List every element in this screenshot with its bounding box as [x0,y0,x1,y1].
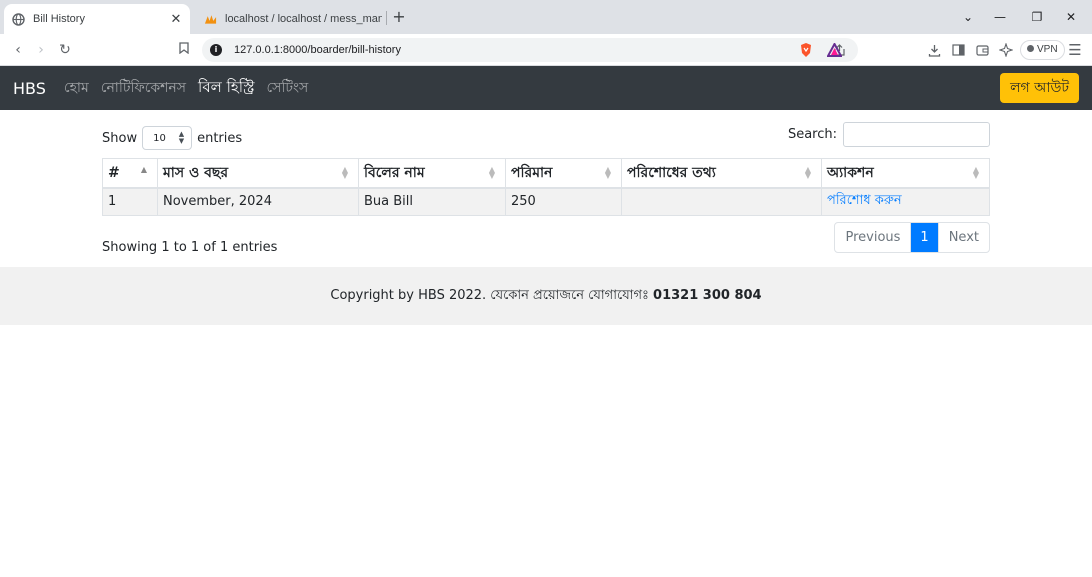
site-navbar: HBS হোম নোটিফিকেশনস বিল হিস্ট্রি সেটিংস … [0,66,1092,110]
column-label: পরিশোধের তথ্য [627,164,716,181]
new-tab-icon[interactable]: + [390,8,408,26]
tab-separator [386,11,387,25]
menu-icon[interactable]: ☰ [1066,41,1084,59]
bill-history-table: # ▲ মাস ও বছর ▲ ▼ বিলের নাম ▲ ▼ পরিমান ▲ ▼ পরিশ… [102,158,990,216]
leo-ai-icon[interactable] [997,41,1015,59]
sort-icon: ▲ ▼ [804,165,811,180]
forward-icon[interactable]: › [31,40,51,60]
phpmyadmin-icon [204,13,217,26]
column-label: বিলের নাম [364,164,425,181]
previous-page-button[interactable]: Previous [835,223,912,252]
browser-toolbar: ‹ › ↻ i 127.0.0.1:8000/boarder/bill-hist… [0,34,1092,66]
nav-settings[interactable]: সেটিংস [266,76,308,100]
copyright-text: Copyright by HBS 2022. যেকোন প্রয়োজনে য… [330,288,649,303]
column-header-amount[interactable]: পরিমান ▲ ▼ [505,158,622,189]
pagination: Previous 1 Next [834,222,990,253]
table-footer: Showing 1 to 1 of 1 entries Previous 1 N… [102,216,990,268]
page-1-button[interactable]: 1 [911,223,938,252]
brand-logo[interactable]: HBS [13,79,46,98]
column-label: মাস ও বছর [163,164,229,181]
minimize-icon[interactable]: — [983,6,1017,28]
page-size-select[interactable]: 10 ▲ ▼ [142,126,193,150]
cell-action: পরিশোধ করুন [821,187,990,216]
search-label: Search: [787,127,837,142]
column-header-bill-name[interactable]: বিলের নাম ▲ ▼ [358,158,506,189]
column-label: পরিমান [511,164,553,181]
page-size-control: Show 10 ▲ ▼ entries [102,126,242,150]
column-label: অ্যাকশন [827,164,874,181]
brave-shield-icon[interactable] [797,41,815,59]
vpn-label: VPN [1037,44,1058,55]
nav-notifications[interactable]: নোটিফিকেশনস [101,76,186,100]
sort-icon: ▲ ▼ [341,165,348,180]
sort-icon: ▲ ▼ [604,165,611,180]
cell-number: 1 [102,187,158,216]
entries-info: Showing 1 to 1 of 1 entries [102,240,278,255]
browser-tab-bar: Bill History ✕ localhost / localhost / m… [0,0,1092,34]
brave-rewards-icon[interactable] [825,41,843,59]
restore-icon[interactable]: ❐ [1020,6,1054,28]
url-text: 127.0.0.1:8000/boarder/bill-history [234,44,401,56]
browser-tab-phpmyadmin[interactable]: localhost / localhost / mess_manag [196,4,382,34]
bookmark-icon[interactable] [174,40,194,60]
vpn-button[interactable]: VPN [1020,40,1065,60]
table-header-row: # ▲ মাস ও বছর ▲ ▼ বিলের নাম ▲ ▼ পরিমান ▲ ▼ পরিশ… [102,158,990,189]
globe-icon [12,12,25,26]
sort-arrows-icon: ▲ ▼ [178,130,185,145]
sort-icon: ▲ ▼ [488,165,495,180]
tab-search-icon[interactable]: ⌄ [951,6,985,28]
sort-asc-icon: ▲ [140,165,147,174]
logout-button[interactable]: লগ আউট [1000,73,1079,103]
main-content: Show 10 ▲ ▼ entries Search: # ▲ মাস ও বছর ▲… [102,110,990,268]
column-header-action[interactable]: অ্যাকশন ▲ ▼ [821,158,990,189]
next-page-button[interactable]: Next [937,223,989,252]
search-input[interactable] [843,122,990,147]
entries-label: entries [197,130,243,146]
nav-bill-history[interactable]: বিল হিস্ট্রি [198,76,254,101]
pay-now-link[interactable]: পরিশোধ করুন [827,193,902,208]
close-tab-icon[interactable]: ✕ [168,11,184,27]
browser-tab-bill-history[interactable]: Bill History ✕ [4,4,190,34]
site-footer: Copyright by HBS 2022. যেকোন প্রয়োজনে য… [0,267,1092,325]
search-control: Search: [788,122,990,147]
cell-amount: 250 [505,187,622,216]
page-size-value: 10 [153,132,166,144]
download-icon[interactable] [925,41,943,59]
contact-phone: 01321 300 804 [653,288,762,303]
site-info-icon[interactable]: i [210,44,222,56]
table-row: 1 November, 2024 Bua Bill 250 পরিশোধ করু… [102,187,990,216]
table-controls: Show 10 ▲ ▼ entries Search: [102,110,990,158]
wallet-icon[interactable] [973,41,991,59]
tab-title: Bill History [33,13,85,25]
tab-title: localhost / localhost / mess_manag [225,13,382,25]
column-header-month-year[interactable]: মাস ও বছর ▲ ▼ [157,158,359,189]
vpn-status-icon [1027,45,1034,52]
back-icon[interactable]: ‹ [8,40,28,60]
sort-icon: ▲ ▼ [972,165,979,180]
reload-icon[interactable]: ↻ [55,40,75,60]
column-header-number[interactable]: # ▲ [102,158,158,189]
sidebar-icon[interactable] [949,41,967,59]
cell-bill-name: Bua Bill [358,187,506,216]
column-label: # [108,164,120,181]
cell-month-year: November, 2024 [157,187,359,216]
address-bar[interactable]: i 127.0.0.1:8000/boarder/bill-history [202,38,858,62]
show-label: Show [102,130,138,146]
nav-home[interactable]: হোম [64,76,89,100]
cell-payment-info [621,187,822,216]
close-window-icon[interactable]: ✕ [1054,6,1088,28]
column-header-payment-info[interactable]: পরিশোধের তথ্য ▲ ▼ [621,158,822,189]
